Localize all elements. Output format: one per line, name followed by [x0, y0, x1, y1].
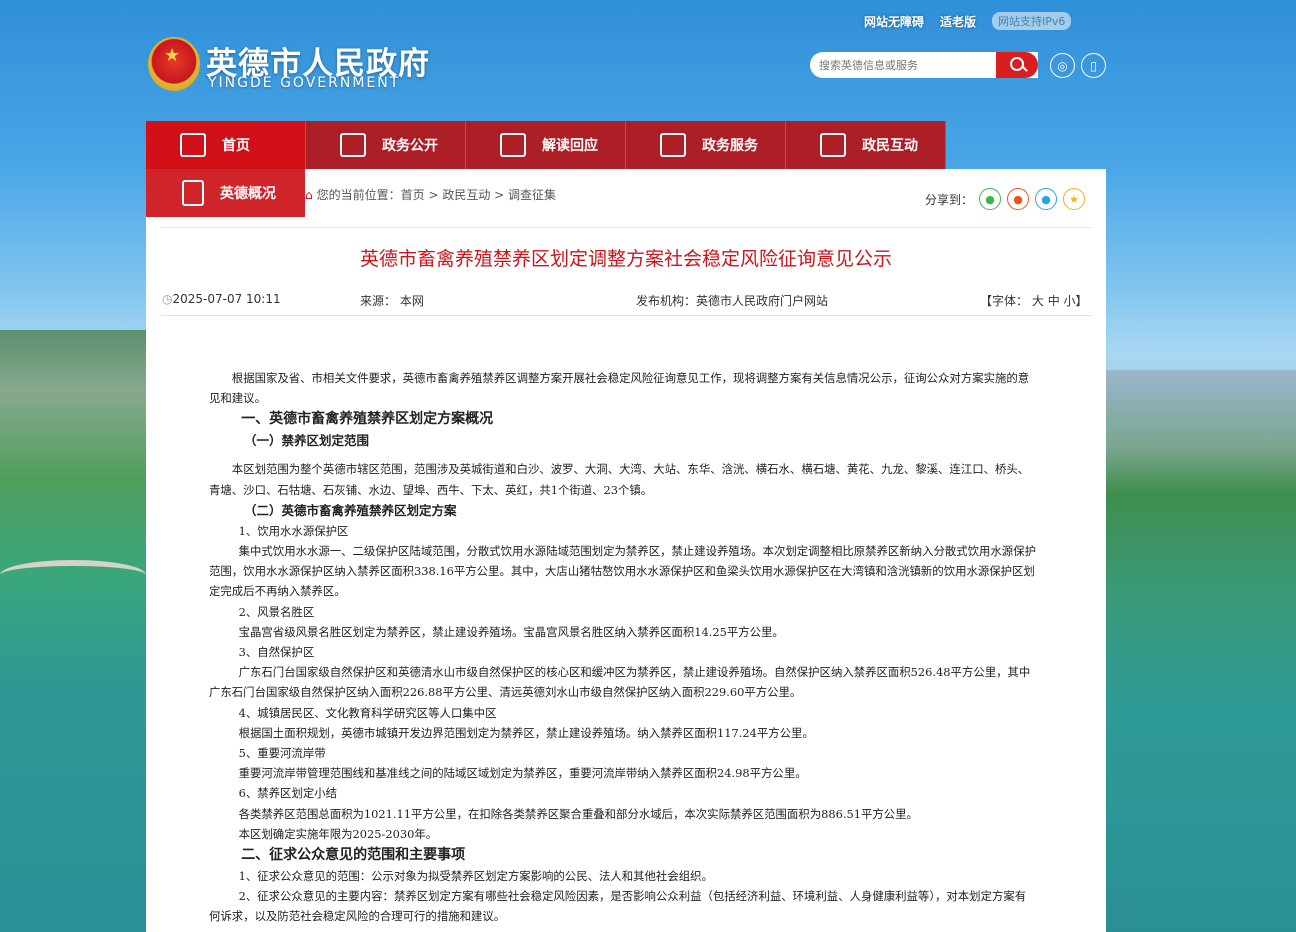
search-box: [810, 52, 1038, 78]
section-heading: 二、征求公众意见的范围和主要事项: [241, 847, 466, 864]
paragraph: 各类禁养区范围总面积为1021.11平方公里，在扣除各类禁养区聚合重叠和部分水域…: [238, 806, 918, 821]
home-icon: ⌂: [305, 188, 313, 202]
book-icon: [340, 133, 366, 157]
home-icon: [180, 133, 206, 157]
chat-icon: [820, 133, 846, 157]
nav-item-label: 政务公开: [382, 138, 438, 154]
background-left-landscape: [0, 330, 146, 932]
background-right-landscape: [1092, 370, 1296, 932]
mobile-icon[interactable]: ▯: [1081, 53, 1106, 78]
paragraph: 根据国土面积规划，英德市城镇开发边界范围划定为禁养区，禁止建设养殖场。纳入禁养区…: [238, 725, 814, 740]
background-bridge: [0, 560, 146, 590]
wechat-share-icon[interactable]: ●: [979, 188, 1002, 210]
main-nav: 首页 政务公开 解读回应 政务服务 政民互动: [146, 121, 946, 169]
article-title: 英德市畜禽养殖禁养区划定调整方案社会稳定风险征询意见公示: [359, 248, 892, 270]
nav-item-gov-open[interactable]: 政务公开: [306, 121, 466, 169]
speaker-icon: [500, 133, 526, 157]
item-heading: 5、重要河流岸带: [238, 746, 326, 761]
paragraph: 宝晶宫省级风景名胜区划定为禁养区，禁止建设养殖场。宝晶宫风景名胜区纳入禁养区面积…: [238, 624, 784, 639]
search-button[interactable]: [996, 52, 1038, 78]
paragraph: 1、征求公众意见的范围：公示对象为拟受禁养区划定方案影响的公民、法人和其他社会组…: [238, 869, 713, 884]
nav-item-label: 首页: [222, 138, 250, 154]
article-publisher: 发布机构：英德市人民政府门户网站: [636, 294, 829, 308]
breadcrumb-level1[interactable]: 政民互动: [442, 188, 490, 202]
paragraph: 重要河流岸带管理范围线和基准线之间的陆域区域划定为禁养区，重要河流岸带纳入禁养区…: [238, 766, 807, 781]
monitor-icon: [660, 133, 686, 157]
item-heading: 4、城镇居民区、文化教育科学研究区等人口集中区: [238, 705, 497, 720]
qzone-share-icon[interactable]: ★: [1063, 188, 1086, 210]
breadcrumb-level2[interactable]: 调查征集: [508, 188, 556, 202]
article-source: 来源： 本网: [360, 294, 424, 308]
paragraph: 根据国家及省、市相关文件要求，英德市畜禽养殖禁养区调整方案开展社会稳定风险征询意…: [209, 371, 1030, 406]
paragraph: 集中式饮用水水源一、二级保护区陆域范围，分散式饮用水源陆域范围划定为禁养区，禁止…: [209, 544, 1036, 599]
share-label: 分享到：: [925, 192, 974, 207]
nav-item-home[interactable]: 首页: [146, 121, 306, 169]
font-size-controls: 【字体： 大 中 小】: [980, 294, 1088, 308]
item-heading: 2、风景名胜区: [238, 604, 315, 619]
qq-share-icon[interactable]: ●: [1035, 188, 1058, 210]
share-bar: 分享到： ● ● ● ★: [925, 188, 1086, 210]
nav-item-label: 政民互动: [862, 138, 918, 154]
accessibility-link[interactable]: 网站无障碍: [864, 13, 924, 30]
font-large-button[interactable]: 大: [1032, 294, 1044, 308]
checklist-icon: [182, 180, 204, 206]
nav-item-interpret[interactable]: 解读回应: [466, 121, 626, 169]
paragraph: 本区划范围为整个英德市辖区范围，范围涉及英城街道和白沙、波罗、大洞、大湾、大站、…: [209, 462, 1030, 497]
national-emblem-icon: [148, 37, 200, 91]
breadcrumb-home[interactable]: 首页: [401, 188, 425, 202]
ipv6-badge: 网站支持IPv6: [992, 12, 1072, 30]
elderly-mode-link[interactable]: 适老版: [940, 13, 976, 30]
nav-item-services[interactable]: 政务服务: [626, 121, 786, 169]
subsection-heading: （二）英德市畜禽养殖禁养区划定方案: [244, 502, 457, 518]
clock-icon: ◷: [162, 292, 173, 306]
paragraph: 本区划确定实施年限为2025-2030年。: [238, 826, 438, 841]
nav-item-interaction[interactable]: 政民互动: [786, 121, 946, 169]
wechat-icon[interactable]: ◎: [1050, 53, 1075, 78]
nav-item-overview[interactable]: 英德概况: [146, 169, 305, 217]
font-small-button[interactable]: 小】: [1064, 294, 1088, 308]
item-heading: 1、饮用水水源保护区: [238, 523, 349, 538]
nav-item-label: 政务服务: [702, 138, 758, 154]
font-medium-button[interactable]: 中: [1048, 294, 1060, 308]
weibo-share-icon[interactable]: ●: [1007, 188, 1030, 210]
search-input[interactable]: [810, 52, 996, 78]
subsection-heading: （一）禁养区划定范围: [244, 433, 370, 449]
meta-divider: [161, 315, 1091, 316]
article-date: ◷2025-07-07 10:11: [162, 292, 281, 306]
item-heading: 6、禁养区划定小结: [238, 786, 337, 801]
nav-item-label: 英德概况: [220, 186, 276, 202]
nav-item-label: 解读回应: [542, 138, 598, 154]
paragraph: 广东石门台国家级自然保护区和英德清水山市级自然保护区的核心区和缓冲区为禁养区，禁…: [209, 665, 1031, 700]
paragraph: 2、征求公众意见的主要内容：禁养区划定方案有哪些社会稳定风险因素，是否影响公众利…: [209, 889, 1027, 924]
article-body: 根据国家及省、市相关文件要求，英德市畜禽养殖禁养区调整方案开展社会稳定风险征询意…: [209, 368, 1037, 927]
content-divider: [161, 227, 1091, 228]
breadcrumb-prefix: 您的当前位置：: [316, 188, 401, 202]
section-heading: 一、英德市畜禽养殖禁养区划定方案概况: [241, 411, 494, 428]
site-logo-subtitle: YINGDE GOVERNMENT: [208, 75, 401, 91]
item-heading: 3、自然保护区: [238, 645, 315, 660]
top-links: 网站无障碍 适老版 网站支持IPv6: [864, 12, 1072, 30]
breadcrumb: ⌂ 您的当前位置：首页 > 政民互动 > 调查征集: [305, 188, 557, 202]
